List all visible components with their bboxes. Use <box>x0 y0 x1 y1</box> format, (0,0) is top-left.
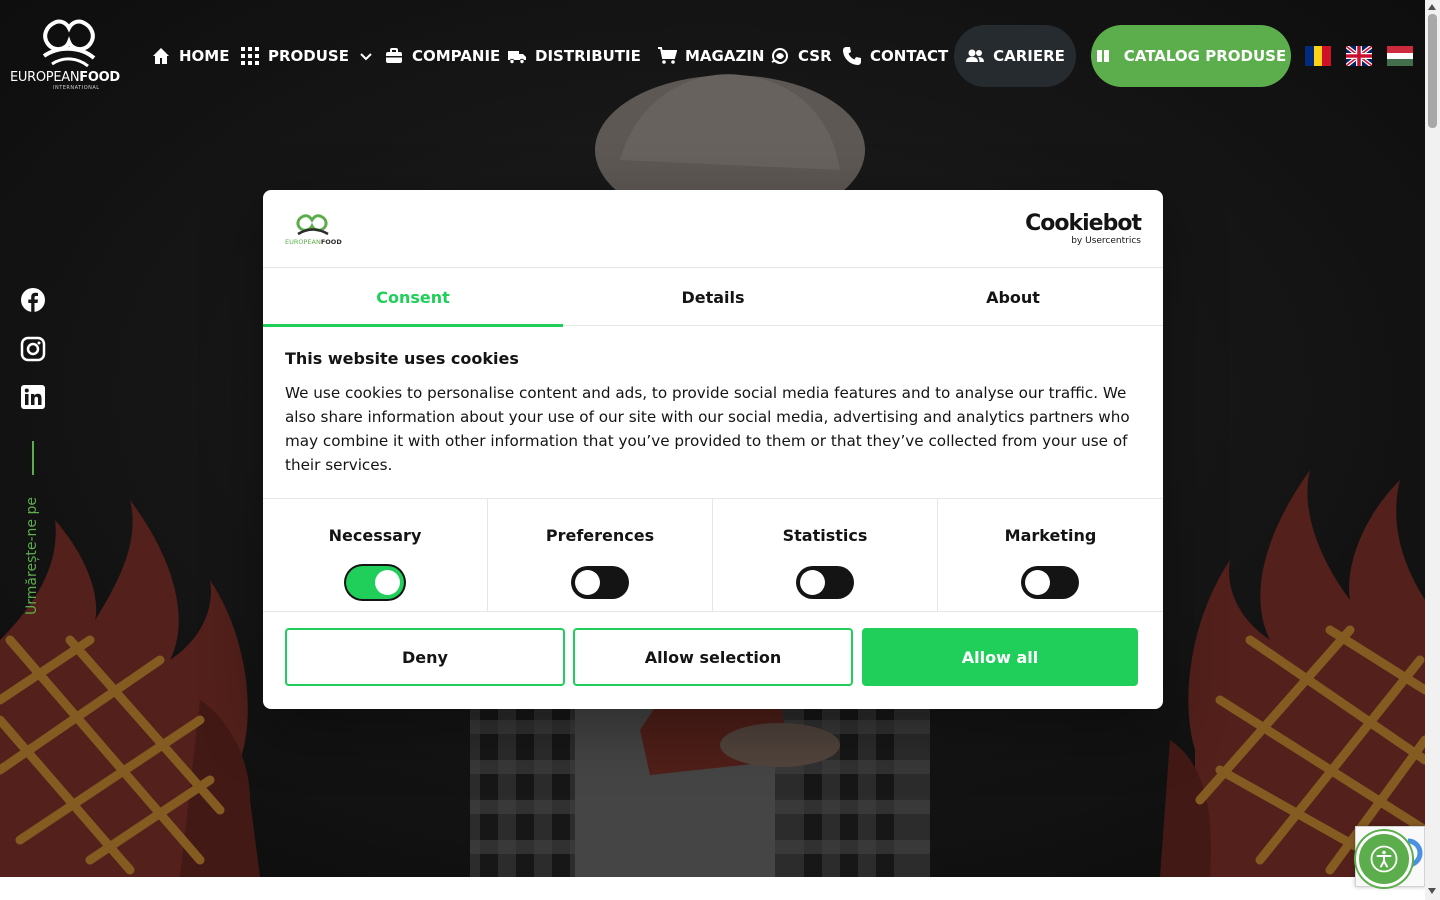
european-food-logo[interactable]: EUROPEANFOOD INTERNATIONAL <box>10 16 126 92</box>
toggle-preferences-group: Preferences <box>488 499 713 612</box>
toggle-necessary-group: Necessary <box>263 499 488 612</box>
accessibility-button[interactable] <box>1356 831 1412 887</box>
nav-home-label: HOME <box>179 47 230 65</box>
page-bottom-strip <box>0 877 1425 900</box>
toggle-necessary[interactable] <box>346 566 404 599</box>
toggle-marketing-group: Marketing <box>938 499 1163 612</box>
nav-magazin-label: MAGAZIN <box>685 47 765 65</box>
cookie-consent-dialog: EUROPEANFOOD Cookiebot by Usercentrics C… <box>263 190 1163 709</box>
grid-icon <box>240 46 260 66</box>
toggle-statistics-label: Statistics <box>782 526 868 545</box>
cookiebot-brand-sub: by Usercentrics <box>1071 236 1141 246</box>
dialog-header: EUROPEANFOOD Cookiebot by Usercentrics <box>263 190 1163 268</box>
nav-produse-label: PRODUSE <box>268 47 349 65</box>
uk-flag[interactable] <box>1346 46 1372 66</box>
home-icon <box>151 46 171 66</box>
logo-wordmark: EUROPEANFOOD <box>10 70 120 85</box>
cookiebot-brand: Cookiebot <box>1025 211 1142 236</box>
nav-distributie-label: DISTRIBUTIE <box>535 47 641 65</box>
toggle-marketing[interactable] <box>1021 566 1079 599</box>
european-food-dialog-logo: EUROPEANFOOD <box>285 214 342 246</box>
nav-contact-label: CONTACT <box>870 47 949 65</box>
briefcase-icon <box>384 46 404 66</box>
dialog-body: This website uses cookies We use cookies… <box>285 350 1135 477</box>
logo-subtitle: INTERNATIONAL <box>53 85 100 91</box>
nav-contact[interactable]: CONTACT <box>842 44 948 68</box>
chevron-down-icon <box>359 49 373 63</box>
toggle-marketing-label: Marketing <box>1004 526 1097 545</box>
people-icon <box>965 46 985 66</box>
catalog-produse-button[interactable]: CATALOG PRODUSE <box>1091 25 1291 87</box>
book-icon <box>1096 46 1116 66</box>
scroll-down-arrow[interactable] <box>1428 888 1436 894</box>
toggle-statistics-group: Statistics <box>713 499 938 612</box>
page: EUROPEANFOOD INTERNATIONAL HOME PRODUSE <box>0 0 1440 900</box>
linkedin-icon[interactable] <box>20 384 46 410</box>
nav-companie[interactable]: COMPANIE <box>384 44 500 68</box>
allow-selection-button[interactable]: Allow selection <box>573 628 853 686</box>
tab-consent[interactable]: Consent <box>263 268 563 327</box>
scroll-thumb[interactable] <box>1428 14 1437 128</box>
social-divider <box>32 441 34 475</box>
svg-text:EUROPEANFOOD: EUROPEANFOOD <box>285 238 342 246</box>
hungary-flag[interactable] <box>1387 46 1413 66</box>
facebook-icon[interactable] <box>20 287 46 313</box>
site-header: EUROPEANFOOD INTERNATIONAL HOME PRODUSE <box>0 0 1425 112</box>
accessibility-icon <box>1370 845 1398 873</box>
nav-csr-label: CSR <box>798 47 832 65</box>
cookie-toggles: Necessary Preferences Statistics Marketi… <box>263 498 1163 612</box>
nav-magazin[interactable]: MAGAZIN <box>657 44 764 68</box>
cookiebot-logo: Cookiebot by Usercentrics <box>1025 211 1142 247</box>
dialog-tabs: Consent Details About <box>263 268 1163 327</box>
cariere-button[interactable]: CARIERE <box>954 25 1076 87</box>
dialog-text: We use cookies to personalise content an… <box>285 384 1130 474</box>
romania-flag[interactable] <box>1305 46 1331 66</box>
nav-produse[interactable]: PRODUSE <box>240 44 373 68</box>
toggle-preferences[interactable] <box>571 566 629 599</box>
nav-home[interactable]: HOME <box>151 44 229 68</box>
cariere-label: CARIERE <box>993 47 1065 65</box>
nav-companie-label: COMPANIE <box>412 47 501 65</box>
instagram-icon[interactable] <box>20 336 46 362</box>
toggle-necessary-label: Necessary <box>328 526 422 545</box>
page-scrollbar[interactable] <box>1425 0 1440 900</box>
nav-distributie[interactable]: DISTRIBUTIE <box>507 44 641 68</box>
allow-all-button[interactable]: Allow all <box>862 628 1138 686</box>
phone-icon <box>842 46 862 66</box>
tab-about[interactable]: About <box>863 268 1163 326</box>
toggle-statistics[interactable] <box>796 566 854 599</box>
catalog-produse-label: CATALOG PRODUSE <box>1123 47 1287 65</box>
scroll-up-arrow[interactable] <box>1428 4 1436 10</box>
cart-icon <box>657 46 677 66</box>
nav-csr[interactable]: CSR <box>770 44 832 68</box>
tab-details[interactable]: Details <box>563 268 863 326</box>
deny-button[interactable]: Deny <box>285 628 565 686</box>
logo-mark-icon <box>42 19 96 68</box>
toggle-preferences-label: Preferences <box>545 526 655 545</box>
truck-icon <box>507 46 527 66</box>
dialog-title: This website uses cookies <box>285 349 519 368</box>
csr-icon <box>770 46 790 66</box>
follow-us-text: Urmărește-ne pe <box>24 497 40 615</box>
